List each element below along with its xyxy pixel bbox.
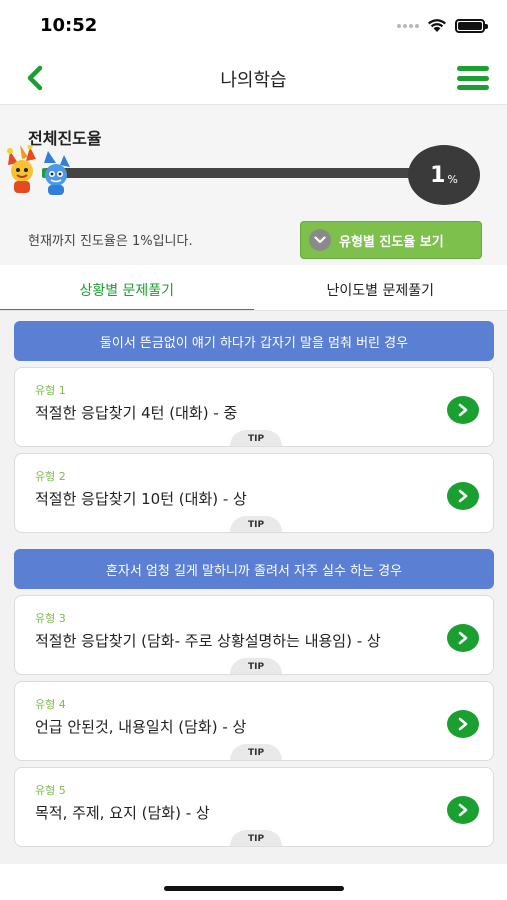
situation-header: 둘이서 뜬금없이 얘기 하다가 갑자기 말을 멈춰 버린 경우 (14, 321, 494, 361)
chevron-right-icon[interactable] (447, 482, 479, 510)
signal-icon (397, 23, 419, 28)
card-type-label: 유형 3 (35, 612, 66, 625)
problem-card[interactable]: 유형 5 목적, 주제, 요지 (담화) - 상 TIP (14, 767, 494, 847)
status-time: 10:52 (40, 15, 98, 36)
home-indicator[interactable] (164, 886, 344, 891)
mascot-icon (7, 145, 70, 195)
progress-description: 현재까지 진도율은 1%입니다. (28, 234, 193, 249)
tip-button[interactable]: TIP (230, 658, 282, 674)
progress-section: 전체진도율 1 % 현재까지 진도율은 1%입니다. 유형별 진도율 보기 (0, 105, 507, 265)
progress-bar (42, 168, 432, 178)
situation-header: 혼자서 엄청 길게 말하니까 졸려서 자주 실수 하는 경우 (14, 549, 494, 589)
card-title: 적절한 응답찾기 (담화- 주로 상황설명하는 내용임) - 상 (35, 632, 381, 650)
tip-button[interactable]: TIP (230, 516, 282, 532)
chevron-right-icon[interactable] (447, 710, 479, 738)
card-type-label: 유형 1 (35, 384, 66, 397)
card-title: 적절한 응답찾기 4턴 (대화) - 중 (35, 404, 238, 422)
problem-card[interactable]: 유형 4 언급 안된것, 내용일치 (담화) - 상 TIP (14, 681, 494, 761)
card-type-label: 유형 5 (35, 784, 66, 797)
tab-situation[interactable]: 상황별 문제풀기 (0, 265, 254, 311)
type-progress-button-label: 유형별 진도율 보기 (339, 234, 444, 250)
problem-card[interactable]: 유형 2 적절한 응답찾기 10턴 (대화) - 상 TIP (14, 453, 494, 533)
tip-button[interactable]: TIP (230, 830, 282, 846)
progress-percent-unit: % (447, 172, 458, 186)
hamburger-menu-icon[interactable] (457, 66, 489, 90)
chevron-down-icon (309, 229, 331, 251)
status-bar: 10:52 (0, 0, 507, 50)
nav-header: 나의학습 (0, 52, 507, 104)
tab-bar: 상황별 문제풀기 난이도별 문제풀기 (0, 265, 507, 311)
card-type-label: 유형 2 (35, 470, 66, 483)
status-icons (397, 18, 488, 33)
chevron-right-icon[interactable] (447, 396, 479, 424)
card-title: 언급 안된것, 내용일치 (담화) - 상 (35, 718, 247, 736)
card-title: 적절한 응답찾기 10턴 (대화) - 상 (35, 490, 247, 508)
problem-card[interactable]: 유형 3 적절한 응답찾기 (담화- 주로 상황설명하는 내용임) - 상 TI… (14, 595, 494, 675)
problem-card[interactable]: 유형 1 적절한 응답찾기 4턴 (대화) - 중 TIP (14, 367, 494, 447)
chevron-right-icon[interactable] (447, 796, 479, 824)
tip-button[interactable]: TIP (230, 744, 282, 760)
chevron-right-icon[interactable] (447, 624, 479, 652)
type-progress-button[interactable]: 유형별 진도율 보기 (300, 221, 482, 259)
progress-percent-value: 1 (430, 162, 446, 188)
card-type-label: 유형 4 (35, 698, 66, 711)
progress-percent-badge: 1 % (408, 145, 480, 205)
tip-button[interactable]: TIP (230, 430, 282, 446)
card-title: 목적, 주제, 요지 (담화) - 상 (35, 804, 210, 822)
bottom-area (0, 864, 507, 900)
tab-difficulty[interactable]: 난이도별 문제풀기 (254, 265, 507, 311)
battery-icon (455, 18, 488, 33)
problem-list: 둘이서 뜬금없이 얘기 하다가 갑자기 말을 멈춰 버린 경우 유형 1 적절한… (0, 311, 507, 864)
wifi-icon (428, 19, 446, 32)
page-title: 나의학습 (220, 70, 287, 91)
